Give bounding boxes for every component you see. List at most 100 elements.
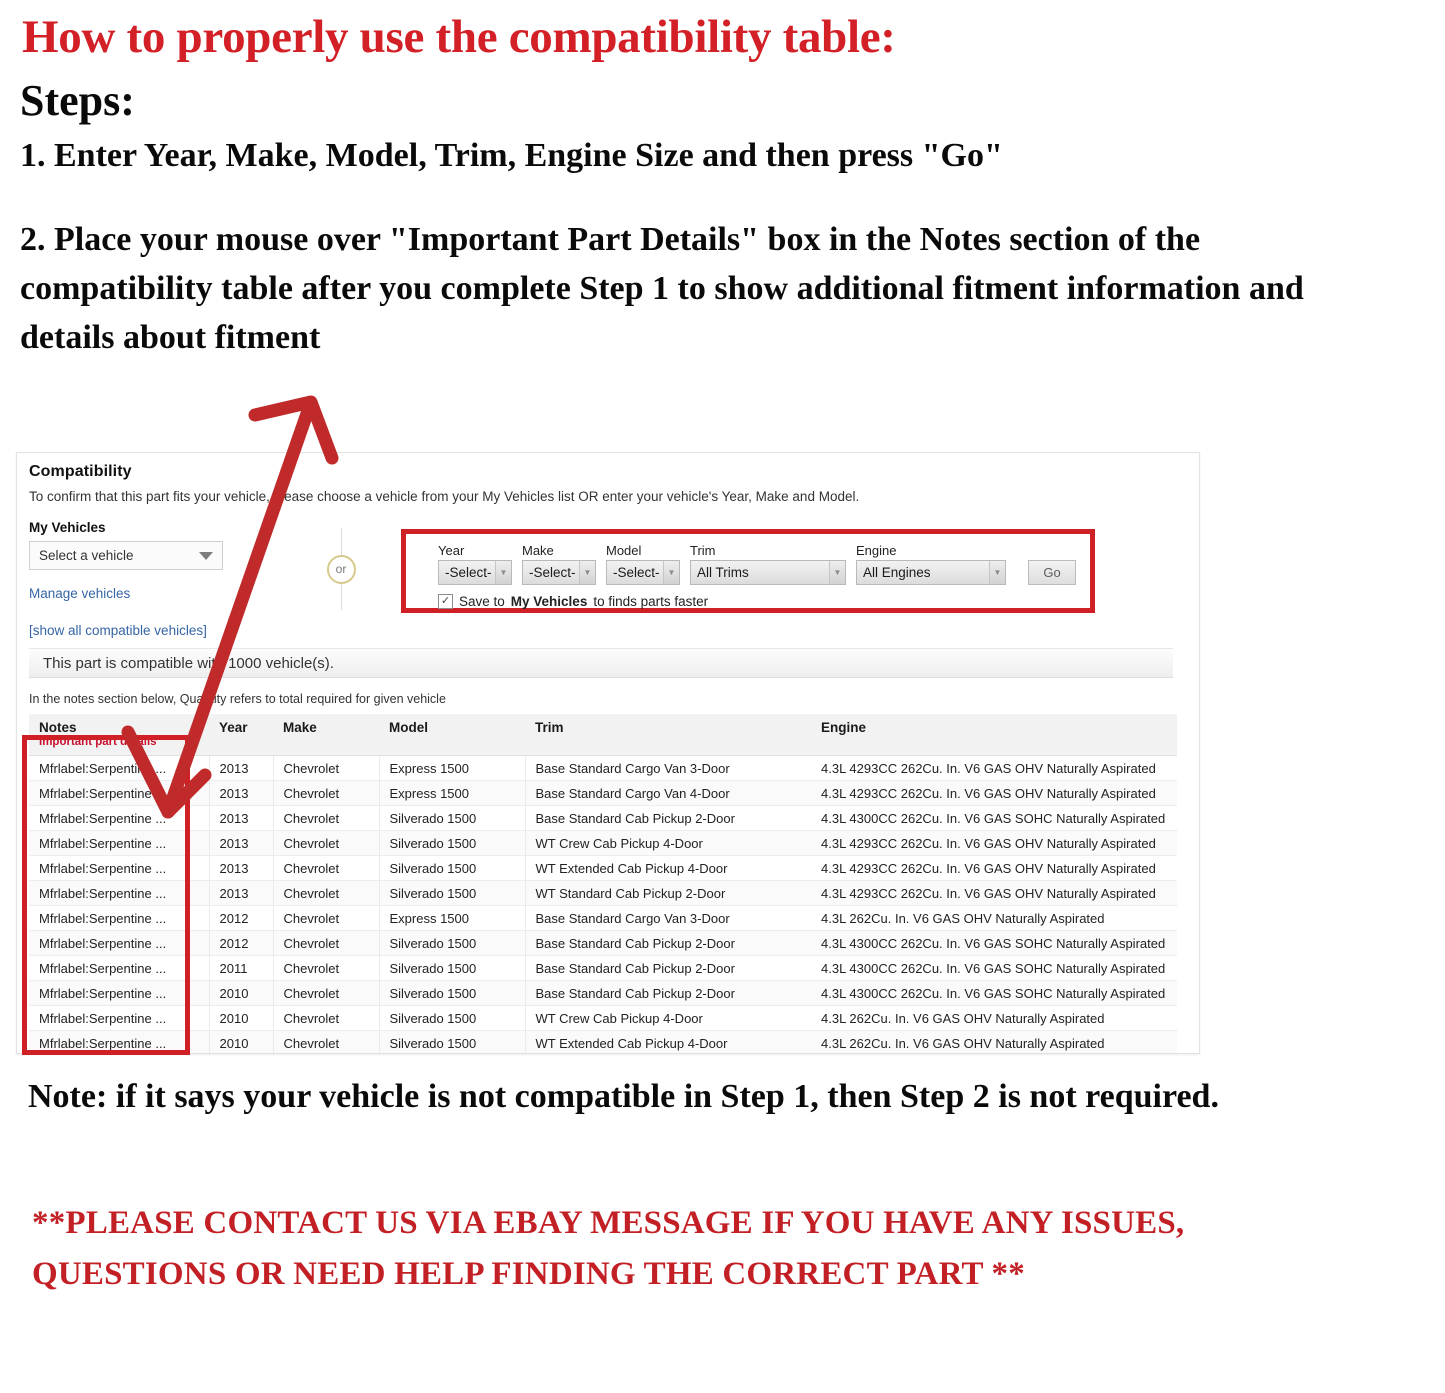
cell-trim: WT Extended Cab Pickup 4-Door [524,855,811,881]
cell-notes[interactable]: Mfrlabel:Serpentine ... [29,780,209,806]
year-select[interactable]: -Select- ▼ [438,560,512,585]
chevron-down-icon [199,551,213,560]
table-body: Mfrlabel:Serpentine ... 2013 Chevrolet Expr… [29,755,1177,1053]
cell-model: Silverado 1500 [378,805,525,831]
or-divider: or [321,528,361,610]
cell-trim: Base Standard Cab Pickup 2-Door [524,980,811,1006]
cell-engine: 4.3L 262Cu. In. V6 GAS OHV Naturally Asp… [811,1030,1177,1053]
cell-trim: WT Crew Cab Pickup 4-Door [524,830,811,856]
cell-notes[interactable]: Mfrlabel:Serpentine ... [29,755,209,781]
cell-model: Express 1500 [378,780,525,806]
table-row: Mfrlabel:Serpentine ... 2013 Chevrolet Silv… [29,805,1177,831]
notes-header-label: Notes [39,720,77,735]
cell-notes[interactable]: Mfrlabel:Serpentine ... [29,1030,209,1053]
table-row: Mfrlabel:Serpentine ... 2010 Chevrolet Silv… [29,1030,1177,1053]
cell-engine: 4.3L 4293CC 262Cu. In. V6 GAS OHV Natura… [811,830,1177,856]
cell-engine: 4.3L 4293CC 262Cu. In. V6 GAS OHV Natura… [811,780,1177,806]
chevron-down-icon: ▼ [579,561,595,584]
cell-model: Silverado 1500 [378,955,525,981]
cell-year: 2013 [208,805,273,831]
cell-notes[interactable]: Mfrlabel:Serpentine ... [29,905,209,931]
trim-field: Trim All Trims ▼ [690,543,846,585]
cell-engine: 4.3L 262Cu. In. V6 GAS OHV Naturally Asp… [811,1005,1177,1031]
model-field: Model -Select- ▼ [606,543,680,585]
vehicle-select-dropdown[interactable]: Select a vehicle [29,541,223,570]
step-1-text: 1. Enter Year, Make, Model, Trim, Engine… [20,137,1003,174]
compatibility-table: Notes Important part details Year Make M… [29,714,1177,1053]
cell-year: 2010 [208,1030,273,1053]
cell-notes[interactable]: Mfrlabel:Serpentine ... [29,955,209,981]
model-select[interactable]: -Select- ▼ [606,560,680,585]
cell-model: Silverado 1500 [378,855,525,881]
or-divider-line-bottom [340,583,342,610]
year-label: Year [438,543,465,558]
cell-make: Chevrolet [272,855,379,881]
cell-year: 2011 [208,955,273,981]
compatibility-heading: Compatibility [29,463,132,480]
table-row: Mfrlabel:Serpentine ... 2013 Chevrolet Expr… [29,780,1177,806]
cell-make: Chevrolet [272,805,379,831]
cell-trim: WT Crew Cab Pickup 4-Door [524,1005,811,1031]
cell-trim: WT Extended Cab Pickup 4-Door [524,1030,811,1053]
cell-engine: 4.3L 4300CC 262Cu. In. V6 GAS SOHC Natur… [811,955,1177,981]
cell-notes[interactable]: Mfrlabel:Serpentine ... [29,980,209,1006]
cell-model: Silverado 1500 [378,830,525,856]
table-row: Mfrlabel:Serpentine ... 2010 Chevrolet Silv… [29,1005,1177,1031]
cell-notes[interactable]: Mfrlabel:Serpentine ... [29,830,209,856]
contact-text: **PLEASE CONTACT US VIA EBAY MESSAGE IF … [32,1205,1185,1293]
cell-notes[interactable]: Mfrlabel:Serpentine ... [29,855,209,881]
cell-year: 2013 [208,880,273,906]
cell-trim: Base Standard Cargo Van 3-Door [524,905,811,931]
cell-trim: Base Standard Cargo Van 4-Door [524,780,811,806]
column-header-trim: Trim [525,714,811,756]
cell-trim: Base Standard Cab Pickup 2-Door [524,930,811,956]
important-part-details-label: Important part details [39,736,157,748]
make-value: -Select- [529,565,576,580]
or-badge: or [326,554,356,584]
cell-notes[interactable]: Mfrlabel:Serpentine ... [29,805,209,831]
save-checkbox[interactable]: ✓ [438,594,453,609]
table-head: Notes Important part details Year Make M… [29,714,1177,756]
instructions-block: How to properly use the compatibility ta… [14,0,1434,363]
manage-vehicles-link[interactable]: Manage vehicles [29,586,269,601]
year-value: -Select- [445,565,492,580]
cell-make: Chevrolet [272,780,379,806]
cell-make: Chevrolet [272,1030,379,1053]
save-bold-text: My Vehicles [510,594,588,609]
engine-select[interactable]: All Engines ▼ [856,560,1006,585]
cell-notes[interactable]: Mfrlabel:Serpentine ... [29,880,209,906]
cell-model: Silverado 1500 [378,880,525,906]
cell-notes[interactable]: Mfrlabel:Serpentine ... [29,1005,209,1031]
cell-trim: Base Standard Cab Pickup 2-Door [524,955,811,981]
save-to-my-vehicles-row[interactable]: ✓ Save to My Vehicles to finds parts fas… [438,594,1090,609]
compatibility-panel: Compatibility To confirm that this part … [16,452,1200,1054]
cell-model: Silverado 1500 [378,1005,525,1031]
table-row: Mfrlabel:Serpentine ... 2012 Chevrolet Expr… [29,905,1177,931]
table-row: Mfrlabel:Serpentine ... 2013 Chevrolet Silv… [29,830,1177,856]
chevron-down-icon: ▼ [829,561,845,584]
trim-select[interactable]: All Trims ▼ [690,560,846,585]
go-button[interactable]: Go [1028,560,1076,585]
make-select[interactable]: -Select- ▼ [522,560,596,585]
cell-make: Chevrolet [272,755,379,781]
show-all-compatible-vehicles-link[interactable]: [show all compatible vehicles] [29,623,269,638]
table-row: Mfrlabel:Serpentine ... 2013 Chevrolet Silv… [29,880,1177,906]
table-header-row: Notes Important part details Year Make M… [29,714,1177,756]
cell-model: Silverado 1500 [378,1030,525,1053]
compatibility-subtitle: To confirm that this part fits your vehi… [29,489,860,504]
or-divider-line-top [340,528,342,555]
cell-notes[interactable]: Mfrlabel:Serpentine ... [29,930,209,956]
cell-year: 2013 [208,855,273,881]
cell-model: Silverado 1500 [378,930,525,956]
cell-trim: WT Standard Cab Pickup 2-Door [524,880,811,906]
chevron-down-icon: ▼ [989,561,1005,584]
cell-year: 2013 [208,755,273,781]
cell-model: Express 1500 [378,905,525,931]
cell-year: 2012 [208,930,273,956]
engine-field: Engine All Engines ▼ [856,543,1006,585]
quantity-note: In the notes section below, Quantity ref… [29,692,446,706]
cell-make: Chevrolet [272,980,379,1006]
cell-year: 2013 [208,830,273,856]
table-row: Mfrlabel:Serpentine ... 2011 Chevrolet Silv… [29,955,1177,981]
model-label: Model [606,543,642,558]
